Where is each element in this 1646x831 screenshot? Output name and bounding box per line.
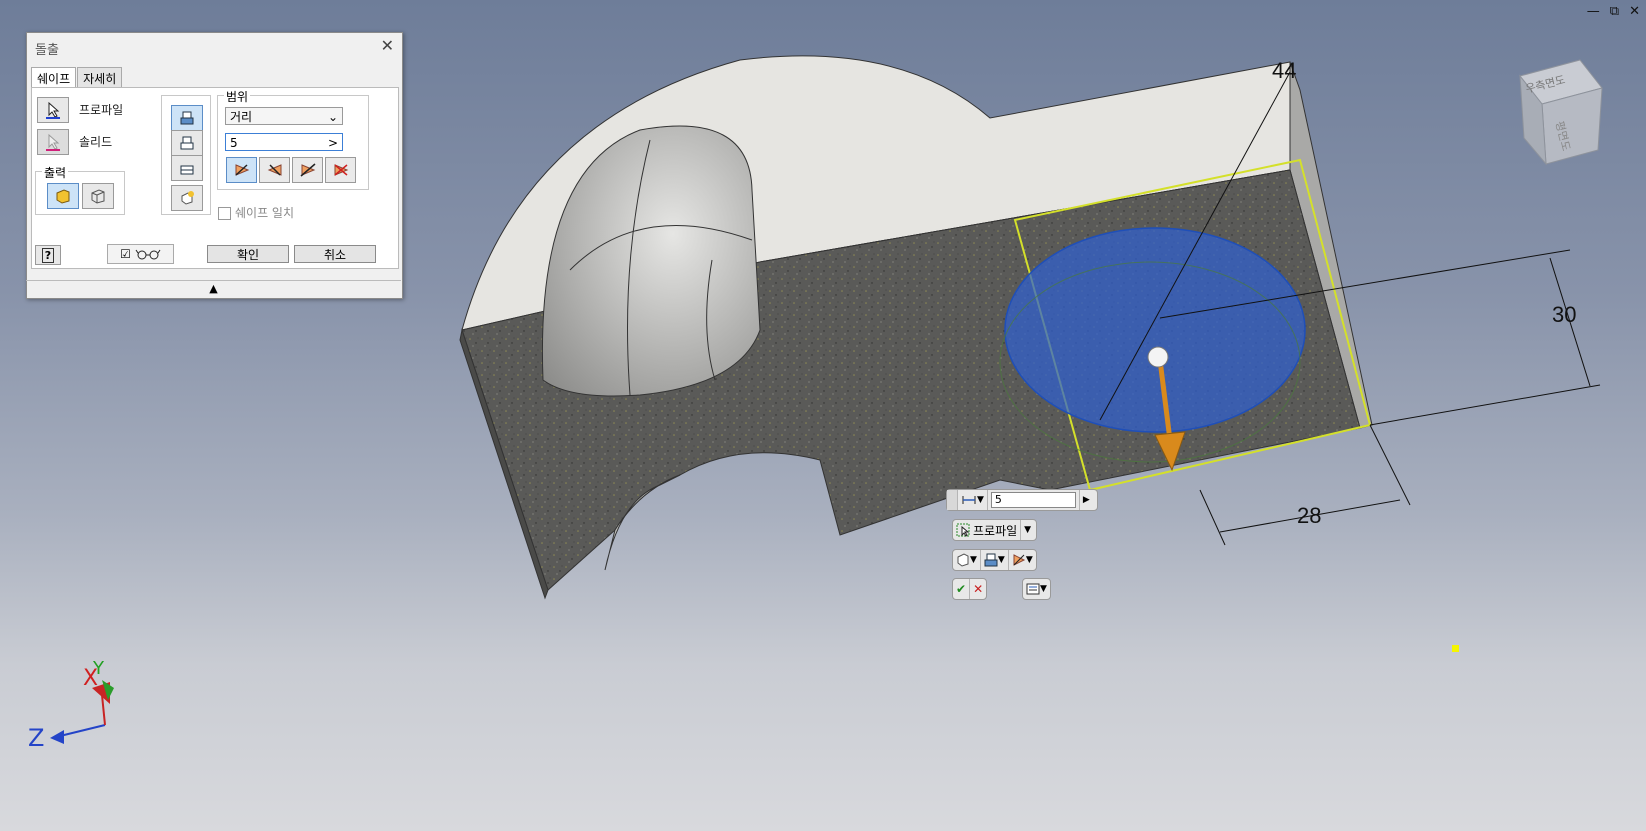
cut-icon [180,136,194,150]
minitoolbar-cancel-button[interactable]: ✕ [970,579,986,599]
cancel-button[interactable]: 취소 [294,245,376,263]
minitoolbar-profile-label: 프로파일 [973,523,1018,538]
direction-symmetric-button[interactable] [292,157,323,183]
join-button[interactable] [171,105,203,131]
checkbox-checked-icon: ☑ [120,247,131,261]
dimension-30[interactable]: 30 [1552,302,1576,328]
solid-cube-icon [56,189,70,204]
dialog-menu-icon [1026,583,1040,595]
minitoolbar-grip[interactable] [947,490,958,510]
tab-shape[interactable]: 쉐이프 [31,67,77,89]
dialog-collapse-toggle[interactable]: ▲ [26,280,401,297]
profile-select-icon [956,523,970,537]
caret-right-icon: ▶ [1082,495,1090,505]
intersect-button[interactable] [171,155,203,181]
minitoolbar-menu-row[interactable]: ▼ [1022,578,1051,600]
output-surface-button[interactable] [82,183,114,209]
minitoolbar-boolean-dropdown[interactable]: ▼ [981,550,1009,570]
help-button[interactable]: ? [35,245,61,265]
extent-type-value: 거리 [230,110,253,124]
x-icon: ✕ [973,582,984,596]
output-solid-button[interactable] [47,183,79,209]
minitoolbar-distance-row: ▼ 5 ▶ [946,489,1098,511]
join-icon [180,111,194,125]
join-icon [984,553,998,567]
caret-down-icon: ▼ [1024,525,1032,535]
match-shape-checkbox[interactable] [218,207,231,220]
chevron-down-icon: ⌄ [327,110,338,124]
direction-asymmetric-button[interactable] [325,157,356,183]
direction-default-icon [1013,554,1025,566]
caret-down-icon: ▼ [1025,555,1033,565]
dimension-28[interactable]: 28 [1297,503,1321,529]
help-icon: ? [41,247,55,263]
profile-select-button[interactable] [37,97,69,123]
ok-button[interactable]: 확인 [207,245,289,263]
minitoolbar-distance-value[interactable]: 5 [990,492,1076,508]
dialog-close-button[interactable]: ✕ [381,36,394,55]
minitoolbar-apply-row: ✔ ✕ [952,578,988,600]
preview-toggle[interactable]: ☑ [107,244,174,264]
profile-label: 프로파일 [79,103,124,117]
profile-circle [1004,227,1306,433]
extent-type-dropdown[interactable]: 거리 ⌄ [225,107,343,125]
minitoolbar-profile-row[interactable]: 프로파일 ▼ [952,519,1038,541]
new-solid-icon [181,191,194,205]
direction-symmetric-icon [300,163,315,177]
match-shape-label: 쉐이프 일치 [235,206,295,220]
new-solid-button[interactable] [171,185,203,211]
intersect-icon [180,165,194,175]
extents-group-title: 범위 [224,88,251,105]
minitoolbar-ok-button[interactable]: ✔ [953,579,971,599]
direction-default-button[interactable] [226,157,257,183]
cut-button[interactable] [171,130,203,156]
extrude-arrow-handle [1147,346,1169,368]
distance-icon [962,496,976,504]
minitoolbar-direction-dropdown[interactable]: ▼ [1009,550,1036,570]
surface-cube-icon [957,553,969,567]
glasses-icon [135,249,161,260]
dimension-44[interactable]: 44 [1272,58,1296,84]
minitoolbar-distance-field[interactable]: 5 [988,490,1080,510]
tab-more[interactable]: 자세히 [77,67,123,89]
caret-down-icon: ▼ [970,555,977,565]
surface-cube-icon [91,189,105,204]
chevron-right-icon[interactable]: > [328,134,338,152]
dialog-title: 돌출 [35,43,59,58]
distance-input-value: 5 [230,136,238,150]
direction-default-icon [234,164,249,176]
direction-flip-icon [267,164,281,176]
cursor-arrow-icon [46,101,60,119]
direction-asymmetric-icon [334,164,348,176]
dialog-tabs: 쉐이프 자세히 [31,67,123,89]
minitoolbar-menu-button[interactable]: ▼ [1023,579,1050,599]
minitoolbar-profile-button[interactable]: 프로파일 [953,520,1022,540]
axis-z-label: Z [28,724,45,752]
distance-input[interactable]: 5 > [225,133,343,151]
marker [1452,645,1459,652]
check-icon: ✔ [956,582,967,596]
minitoolbar-distance-arrow[interactable]: ▶ [1080,490,1093,510]
cursor-arrow-gray-icon [46,133,60,151]
minitoolbar-options-row: ▼ ▼ ▼ [952,549,1037,571]
caret-down-icon: ▼ [997,555,1005,565]
caret-down-icon: ▼ [1040,584,1047,594]
minitoolbar-profile-dropdown[interactable]: ▼ [1021,520,1034,540]
direction-flip-button[interactable] [259,157,290,183]
caret-down-icon: ▼ [977,495,984,505]
distance-type-dropdown[interactable]: ▼ [958,490,988,510]
output-group-title: 출력 [42,164,69,181]
solid-label: 솔리드 [79,135,113,149]
solid-select-button[interactable] [37,129,69,155]
axis-y-label: Y [93,658,104,679]
minitoolbar-output-dropdown[interactable]: ▼ [953,550,981,570]
